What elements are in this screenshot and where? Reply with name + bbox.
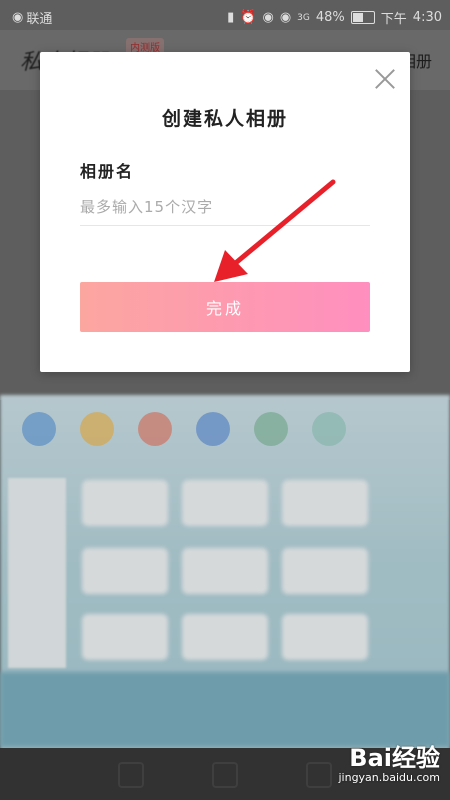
battery-icon xyxy=(350,11,375,24)
carrier: ◉ 联通 xyxy=(12,8,52,27)
baidu-logo: Bai经验 xyxy=(349,744,440,772)
eye-icon: ◉ xyxy=(262,10,274,25)
album-name-input[interactable] xyxy=(80,189,370,226)
close-icon[interactable] xyxy=(374,68,396,90)
validation-message xyxy=(80,234,370,254)
battery-percent: 48% xyxy=(315,10,345,25)
sim-icon: ◉ xyxy=(12,10,24,25)
network-type: 3G xyxy=(297,12,310,23)
done-button[interactable]: 完成 xyxy=(80,282,370,332)
baidu-watermark: Bai经验 jingyan.baidu.com xyxy=(338,738,440,784)
watermark-url: jingyan.baidu.com xyxy=(338,771,440,784)
create-album-dialog: 创建私人相册 相册名 完成 xyxy=(40,52,410,372)
status-right: ▮ ⏰ ◉ ◉ 3G 48% 下午 4:30 xyxy=(227,8,442,27)
time-period: 下午 xyxy=(380,12,407,27)
alarm-icon: ⏰ xyxy=(240,10,257,25)
carrier-label: 联通 xyxy=(26,12,53,27)
clock-time: 4:30 xyxy=(412,10,442,25)
album-name-label: 相册名 xyxy=(80,162,135,181)
dialog-title: 创建私人相册 xyxy=(161,108,288,130)
vibrate-icon: ▮ xyxy=(227,10,235,25)
wifi-icon: ◉ xyxy=(279,10,292,25)
status-bar: ◉ 联通 ▮ ⏰ ◉ ◉ 3G 48% 下午 4:30 xyxy=(0,0,450,30)
